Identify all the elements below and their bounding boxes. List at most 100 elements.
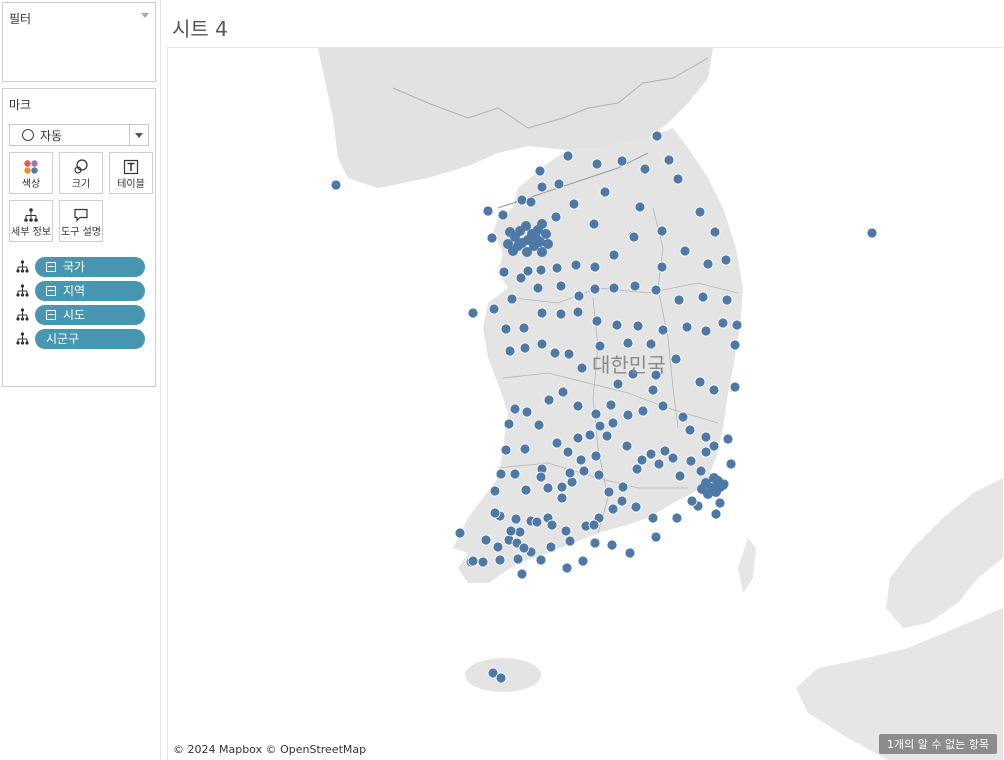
map-mark[interactable] xyxy=(590,408,602,420)
map-mark[interactable] xyxy=(482,205,494,217)
pill-country[interactable]: 국가 xyxy=(35,257,145,277)
map-mark[interactable] xyxy=(593,469,605,481)
map-mark[interactable] xyxy=(516,568,528,580)
map-mark[interactable] xyxy=(647,512,659,524)
map-mark[interactable] xyxy=(650,284,662,296)
map-mark[interactable] xyxy=(489,485,501,497)
pill-province[interactable]: 시도 xyxy=(35,305,145,325)
map-mark[interactable] xyxy=(543,239,553,249)
map-mark[interactable] xyxy=(681,321,693,333)
map-mark[interactable] xyxy=(718,480,728,490)
map-mark[interactable] xyxy=(572,306,584,318)
map-mark[interactable] xyxy=(534,165,546,177)
map-mark[interactable] xyxy=(549,347,561,359)
map-mark[interactable] xyxy=(616,495,628,507)
map-mark[interactable] xyxy=(647,384,659,396)
map-mark[interactable] xyxy=(564,467,576,479)
map-mark[interactable] xyxy=(695,465,707,477)
map-mark[interactable] xyxy=(500,323,512,335)
map-mark[interactable] xyxy=(697,484,707,494)
collapse-icon[interactable] xyxy=(46,286,56,296)
map-mark[interactable] xyxy=(494,554,506,566)
map-mark[interactable] xyxy=(505,525,517,537)
map-mark[interactable] xyxy=(588,519,600,531)
map-mark[interactable] xyxy=(495,468,507,480)
map-mark[interactable] xyxy=(700,431,712,443)
unknown-items-indicator[interactable]: 1개의 알 수 없는 항목 xyxy=(879,734,997,754)
map-mark[interactable] xyxy=(537,247,547,257)
map-mark[interactable] xyxy=(584,429,596,441)
map-mark[interactable] xyxy=(575,454,587,466)
map-mark[interactable] xyxy=(621,440,633,452)
map-mark[interactable] xyxy=(521,406,533,418)
map-mark[interactable] xyxy=(725,458,737,470)
map-mark[interactable] xyxy=(671,512,683,524)
map-mark[interactable] xyxy=(721,294,733,306)
map-mark[interactable] xyxy=(717,317,729,329)
map-mark[interactable] xyxy=(568,198,580,210)
map-mark[interactable] xyxy=(500,444,512,456)
map-mark[interactable] xyxy=(330,179,342,191)
map-mark[interactable] xyxy=(645,338,657,350)
map-mark[interactable] xyxy=(651,130,663,142)
map-mark[interactable] xyxy=(519,342,531,354)
map-mark[interactable] xyxy=(672,173,684,185)
pill-district[interactable]: 시군구 xyxy=(35,329,145,349)
map-mark[interactable] xyxy=(608,282,620,294)
map-mark[interactable] xyxy=(576,362,588,374)
label-button[interactable]: 테이블 xyxy=(109,152,153,194)
pill-region[interactable]: 지역 xyxy=(35,281,145,301)
map-mark[interactable] xyxy=(702,258,714,270)
map-mark[interactable] xyxy=(656,225,668,237)
map-mark[interactable] xyxy=(645,448,657,460)
map-mark[interactable] xyxy=(639,163,651,175)
map-mark[interactable] xyxy=(656,261,668,273)
map-mark[interactable] xyxy=(532,282,544,294)
map-view[interactable]: 대한민국 © 2024 Mapbox © OpenStreetMap 1개의 알… xyxy=(167,47,1003,760)
map-mark[interactable] xyxy=(533,419,545,431)
map-mark[interactable] xyxy=(710,508,722,520)
map-mark[interactable] xyxy=(561,562,573,574)
map-mark[interactable] xyxy=(536,181,548,193)
map-mark[interactable] xyxy=(545,541,557,553)
tooltip-button[interactable]: 도구 설명 xyxy=(59,200,103,242)
map-mark[interactable] xyxy=(497,209,509,221)
map-mark[interactable] xyxy=(509,403,521,415)
map-mark[interactable] xyxy=(505,227,515,237)
map-mark[interactable] xyxy=(467,307,479,319)
map-mark[interactable] xyxy=(510,513,522,525)
map-mark[interactable] xyxy=(697,291,709,303)
map-mark[interactable] xyxy=(866,227,878,239)
map-mark[interactable] xyxy=(560,525,572,537)
map-mark[interactable] xyxy=(608,249,620,261)
map-mark[interactable] xyxy=(519,443,531,455)
map-mark[interactable] xyxy=(572,432,584,444)
map-mark[interactable] xyxy=(543,394,555,406)
map-mark[interactable] xyxy=(684,424,696,436)
map-mark[interactable] xyxy=(555,308,567,320)
map-mark[interactable] xyxy=(489,507,501,519)
map-mark[interactable] xyxy=(603,486,615,498)
map-mark[interactable] xyxy=(521,221,531,231)
map-mark[interactable] xyxy=(667,452,679,464)
map-mark[interactable] xyxy=(622,409,634,421)
map-mark[interactable] xyxy=(546,519,558,531)
map-mark[interactable] xyxy=(589,261,601,273)
filters-shelf[interactable]: 필터 xyxy=(2,2,156,82)
map-mark[interactable] xyxy=(537,219,547,229)
map-mark[interactable] xyxy=(617,481,629,493)
map-mark[interactable] xyxy=(525,196,537,208)
map-mark[interactable] xyxy=(562,446,574,458)
detail-button[interactable]: 세부 정보 xyxy=(9,200,53,242)
map-mark[interactable] xyxy=(714,497,726,509)
map-mark[interactable] xyxy=(480,534,492,546)
map-mark[interactable] xyxy=(708,384,720,396)
map-mark[interactable] xyxy=(563,348,575,360)
map-mark[interactable] xyxy=(553,178,565,190)
map-mark[interactable] xyxy=(486,232,498,244)
map-mark[interactable] xyxy=(729,339,741,351)
map-mark[interactable] xyxy=(506,293,518,305)
map-mark[interactable] xyxy=(589,283,601,295)
map-mark[interactable] xyxy=(508,246,518,256)
map-mark[interactable] xyxy=(495,672,507,684)
